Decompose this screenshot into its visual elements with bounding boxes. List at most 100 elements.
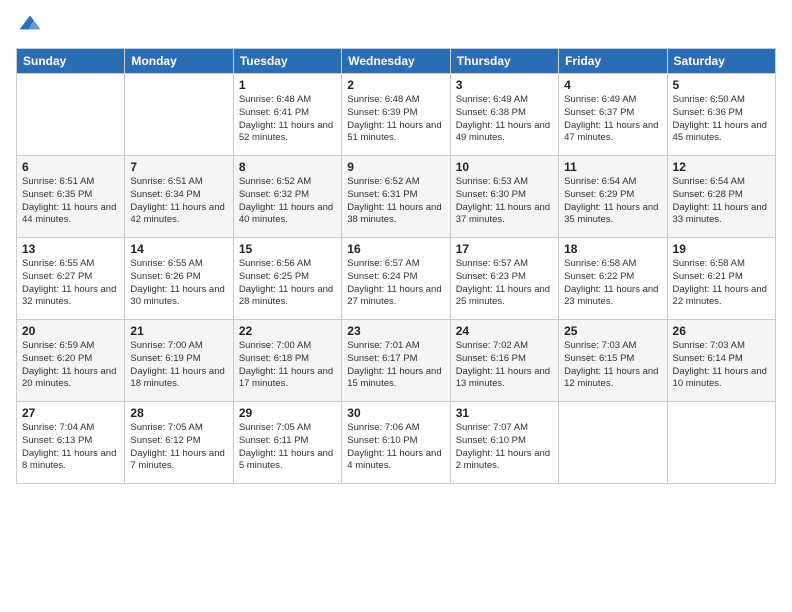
- header: [16, 12, 776, 40]
- day-info: Sunrise: 6:57 AM Sunset: 6:23 PM Dayligh…: [456, 258, 553, 309]
- day-number: 23: [347, 324, 444, 338]
- weekday-header-friday: Friday: [559, 49, 667, 74]
- day-cell: 17 Sunrise: 6:57 AM Sunset: 6:23 PM Dayli…: [450, 238, 558, 320]
- day-info: Sunrise: 7:06 AM Sunset: 6:10 PM Dayligh…: [347, 422, 444, 473]
- day-cell: 30 Sunrise: 7:06 AM Sunset: 6:10 PM Dayli…: [342, 402, 450, 484]
- day-number: 12: [673, 160, 770, 174]
- day-number: 14: [130, 242, 227, 256]
- day-cell: 5Sunrise: 6:50 AM Sunset: 6:36 PM Daylig…: [667, 74, 775, 156]
- day-cell: 12 Sunrise: 6:54 AM Sunset: 6:28 PM Dayli…: [667, 156, 775, 238]
- day-number: 11: [564, 160, 661, 174]
- day-cell: 7Sunrise: 6:51 AM Sunset: 6:34 PM Daylig…: [125, 156, 233, 238]
- day-number: 13: [22, 242, 119, 256]
- page: SundayMondayTuesdayWednesdayThursdayFrid…: [0, 0, 792, 612]
- day-number: 28: [130, 406, 227, 420]
- day-info: Sunrise: 7:00 AM Sunset: 6:18 PM Dayligh…: [239, 340, 336, 391]
- day-number: 7: [130, 160, 227, 174]
- day-info: Sunrise: 6:58 AM Sunset: 6:21 PM Dayligh…: [673, 258, 770, 309]
- day-info: Sunrise: 7:05 AM Sunset: 6:12 PM Dayligh…: [130, 422, 227, 473]
- day-info: Sunrise: 6:55 AM Sunset: 6:26 PM Dayligh…: [130, 258, 227, 309]
- weekday-row: SundayMondayTuesdayWednesdayThursdayFrid…: [17, 49, 776, 74]
- day-cell: 27Sunrise: 7:04 AM Sunset: 6:13 PM Dayli…: [17, 402, 125, 484]
- weekday-header-thursday: Thursday: [450, 49, 558, 74]
- day-number: 31: [456, 406, 553, 420]
- day-number: 20: [22, 324, 119, 338]
- day-number: 27: [22, 406, 119, 420]
- day-cell: 23Sunrise: 7:01 AM Sunset: 6:17 PM Dayli…: [342, 320, 450, 402]
- day-info: Sunrise: 6:54 AM Sunset: 6:28 PM Dayligh…: [673, 176, 770, 227]
- day-info: Sunrise: 6:55 AM Sunset: 6:27 PM Dayligh…: [22, 258, 119, 309]
- day-number: 4: [564, 78, 661, 92]
- day-cell: 9 Sunrise: 6:52 AM Sunset: 6:31 PM Daylig…: [342, 156, 450, 238]
- day-cell: 24 Sunrise: 7:02 AM Sunset: 6:16 PM Dayli…: [450, 320, 558, 402]
- day-number: 16: [347, 242, 444, 256]
- day-info: Sunrise: 6:53 AM Sunset: 6:30 PM Dayligh…: [456, 176, 553, 227]
- calendar-header: SundayMondayTuesdayWednesdayThursdayFrid…: [17, 49, 776, 74]
- day-info: Sunrise: 7:03 AM Sunset: 6:15 PM Dayligh…: [564, 340, 661, 391]
- day-cell: [17, 74, 125, 156]
- day-info: Sunrise: 6:48 AM Sunset: 6:41 PM Dayligh…: [239, 94, 336, 145]
- week-row-5: 27Sunrise: 7:04 AM Sunset: 6:13 PM Dayli…: [17, 402, 776, 484]
- day-info: Sunrise: 6:59 AM Sunset: 6:20 PM Dayligh…: [22, 340, 119, 391]
- day-cell: [125, 74, 233, 156]
- day-number: 9: [347, 160, 444, 174]
- day-number: 10: [456, 160, 553, 174]
- day-number: 29: [239, 406, 336, 420]
- day-number: 1: [239, 78, 336, 92]
- day-info: Sunrise: 6:54 AM Sunset: 6:29 PM Dayligh…: [564, 176, 661, 227]
- weekday-header-wednesday: Wednesday: [342, 49, 450, 74]
- day-cell: 10 Sunrise: 6:53 AM Sunset: 6:30 PM Dayli…: [450, 156, 558, 238]
- day-cell: [667, 402, 775, 484]
- day-cell: 21 Sunrise: 7:00 AM Sunset: 6:19 PM Dayli…: [125, 320, 233, 402]
- day-number: 6: [22, 160, 119, 174]
- day-number: 21: [130, 324, 227, 338]
- day-info: Sunrise: 6:51 AM Sunset: 6:35 PM Dayligh…: [22, 176, 119, 227]
- day-cell: 15 Sunrise: 6:56 AM Sunset: 6:25 PM Dayli…: [233, 238, 341, 320]
- weekday-header-tuesday: Tuesday: [233, 49, 341, 74]
- day-number: 25: [564, 324, 661, 338]
- day-info: Sunrise: 6:49 AM Sunset: 6:38 PM Dayligh…: [456, 94, 553, 145]
- day-cell: 4 Sunrise: 6:49 AM Sunset: 6:37 PM Daylig…: [559, 74, 667, 156]
- day-number: 3: [456, 78, 553, 92]
- day-info: Sunrise: 7:02 AM Sunset: 6:16 PM Dayligh…: [456, 340, 553, 391]
- day-number: 8: [239, 160, 336, 174]
- weekday-header-monday: Monday: [125, 49, 233, 74]
- day-cell: 13 Sunrise: 6:55 AM Sunset: 6:27 PM Dayli…: [17, 238, 125, 320]
- day-info: Sunrise: 6:52 AM Sunset: 6:32 PM Dayligh…: [239, 176, 336, 227]
- day-info: Sunrise: 6:48 AM Sunset: 6:39 PM Dayligh…: [347, 94, 444, 145]
- weekday-header-saturday: Saturday: [667, 49, 775, 74]
- day-number: 2: [347, 78, 444, 92]
- day-cell: 29 Sunrise: 7:05 AM Sunset: 6:11 PM Dayli…: [233, 402, 341, 484]
- day-info: Sunrise: 7:07 AM Sunset: 6:10 PM Dayligh…: [456, 422, 553, 473]
- day-cell: 20 Sunrise: 6:59 AM Sunset: 6:20 PM Dayli…: [17, 320, 125, 402]
- calendar-body: 1 Sunrise: 6:48 AM Sunset: 6:41 PM Daylig…: [17, 74, 776, 484]
- day-number: 5: [673, 78, 770, 92]
- day-number: 15: [239, 242, 336, 256]
- day-cell: 2 Sunrise: 6:48 AM Sunset: 6:39 PM Daylig…: [342, 74, 450, 156]
- day-number: 17: [456, 242, 553, 256]
- day-cell: 14 Sunrise: 6:55 AM Sunset: 6:26 PM Dayli…: [125, 238, 233, 320]
- logo-icon: [16, 12, 44, 40]
- day-cell: 3 Sunrise: 6:49 AM Sunset: 6:38 PM Daylig…: [450, 74, 558, 156]
- day-cell: 26 Sunrise: 7:03 AM Sunset: 6:14 PM Dayli…: [667, 320, 775, 402]
- day-info: Sunrise: 6:56 AM Sunset: 6:25 PM Dayligh…: [239, 258, 336, 309]
- day-info: Sunrise: 7:00 AM Sunset: 6:19 PM Dayligh…: [130, 340, 227, 391]
- day-info: Sunrise: 7:03 AM Sunset: 6:14 PM Dayligh…: [673, 340, 770, 391]
- day-info: Sunrise: 6:58 AM Sunset: 6:22 PM Dayligh…: [564, 258, 661, 309]
- day-info: Sunrise: 6:52 AM Sunset: 6:31 PM Dayligh…: [347, 176, 444, 227]
- day-cell: 16Sunrise: 6:57 AM Sunset: 6:24 PM Dayli…: [342, 238, 450, 320]
- day-cell: 22 Sunrise: 7:00 AM Sunset: 6:18 PM Dayli…: [233, 320, 341, 402]
- week-row-1: 1 Sunrise: 6:48 AM Sunset: 6:41 PM Daylig…: [17, 74, 776, 156]
- day-number: 30: [347, 406, 444, 420]
- day-number: 24: [456, 324, 553, 338]
- day-cell: 25 Sunrise: 7:03 AM Sunset: 6:15 PM Dayli…: [559, 320, 667, 402]
- day-cell: 28 Sunrise: 7:05 AM Sunset: 6:12 PM Dayli…: [125, 402, 233, 484]
- day-info: Sunrise: 6:49 AM Sunset: 6:37 PM Dayligh…: [564, 94, 661, 145]
- day-number: 26: [673, 324, 770, 338]
- day-number: 22: [239, 324, 336, 338]
- day-cell: 19Sunrise: 6:58 AM Sunset: 6:21 PM Dayli…: [667, 238, 775, 320]
- day-info: Sunrise: 7:05 AM Sunset: 6:11 PM Dayligh…: [239, 422, 336, 473]
- day-cell: 1 Sunrise: 6:48 AM Sunset: 6:41 PM Daylig…: [233, 74, 341, 156]
- day-cell: 11 Sunrise: 6:54 AM Sunset: 6:29 PM Dayli…: [559, 156, 667, 238]
- day-cell: [559, 402, 667, 484]
